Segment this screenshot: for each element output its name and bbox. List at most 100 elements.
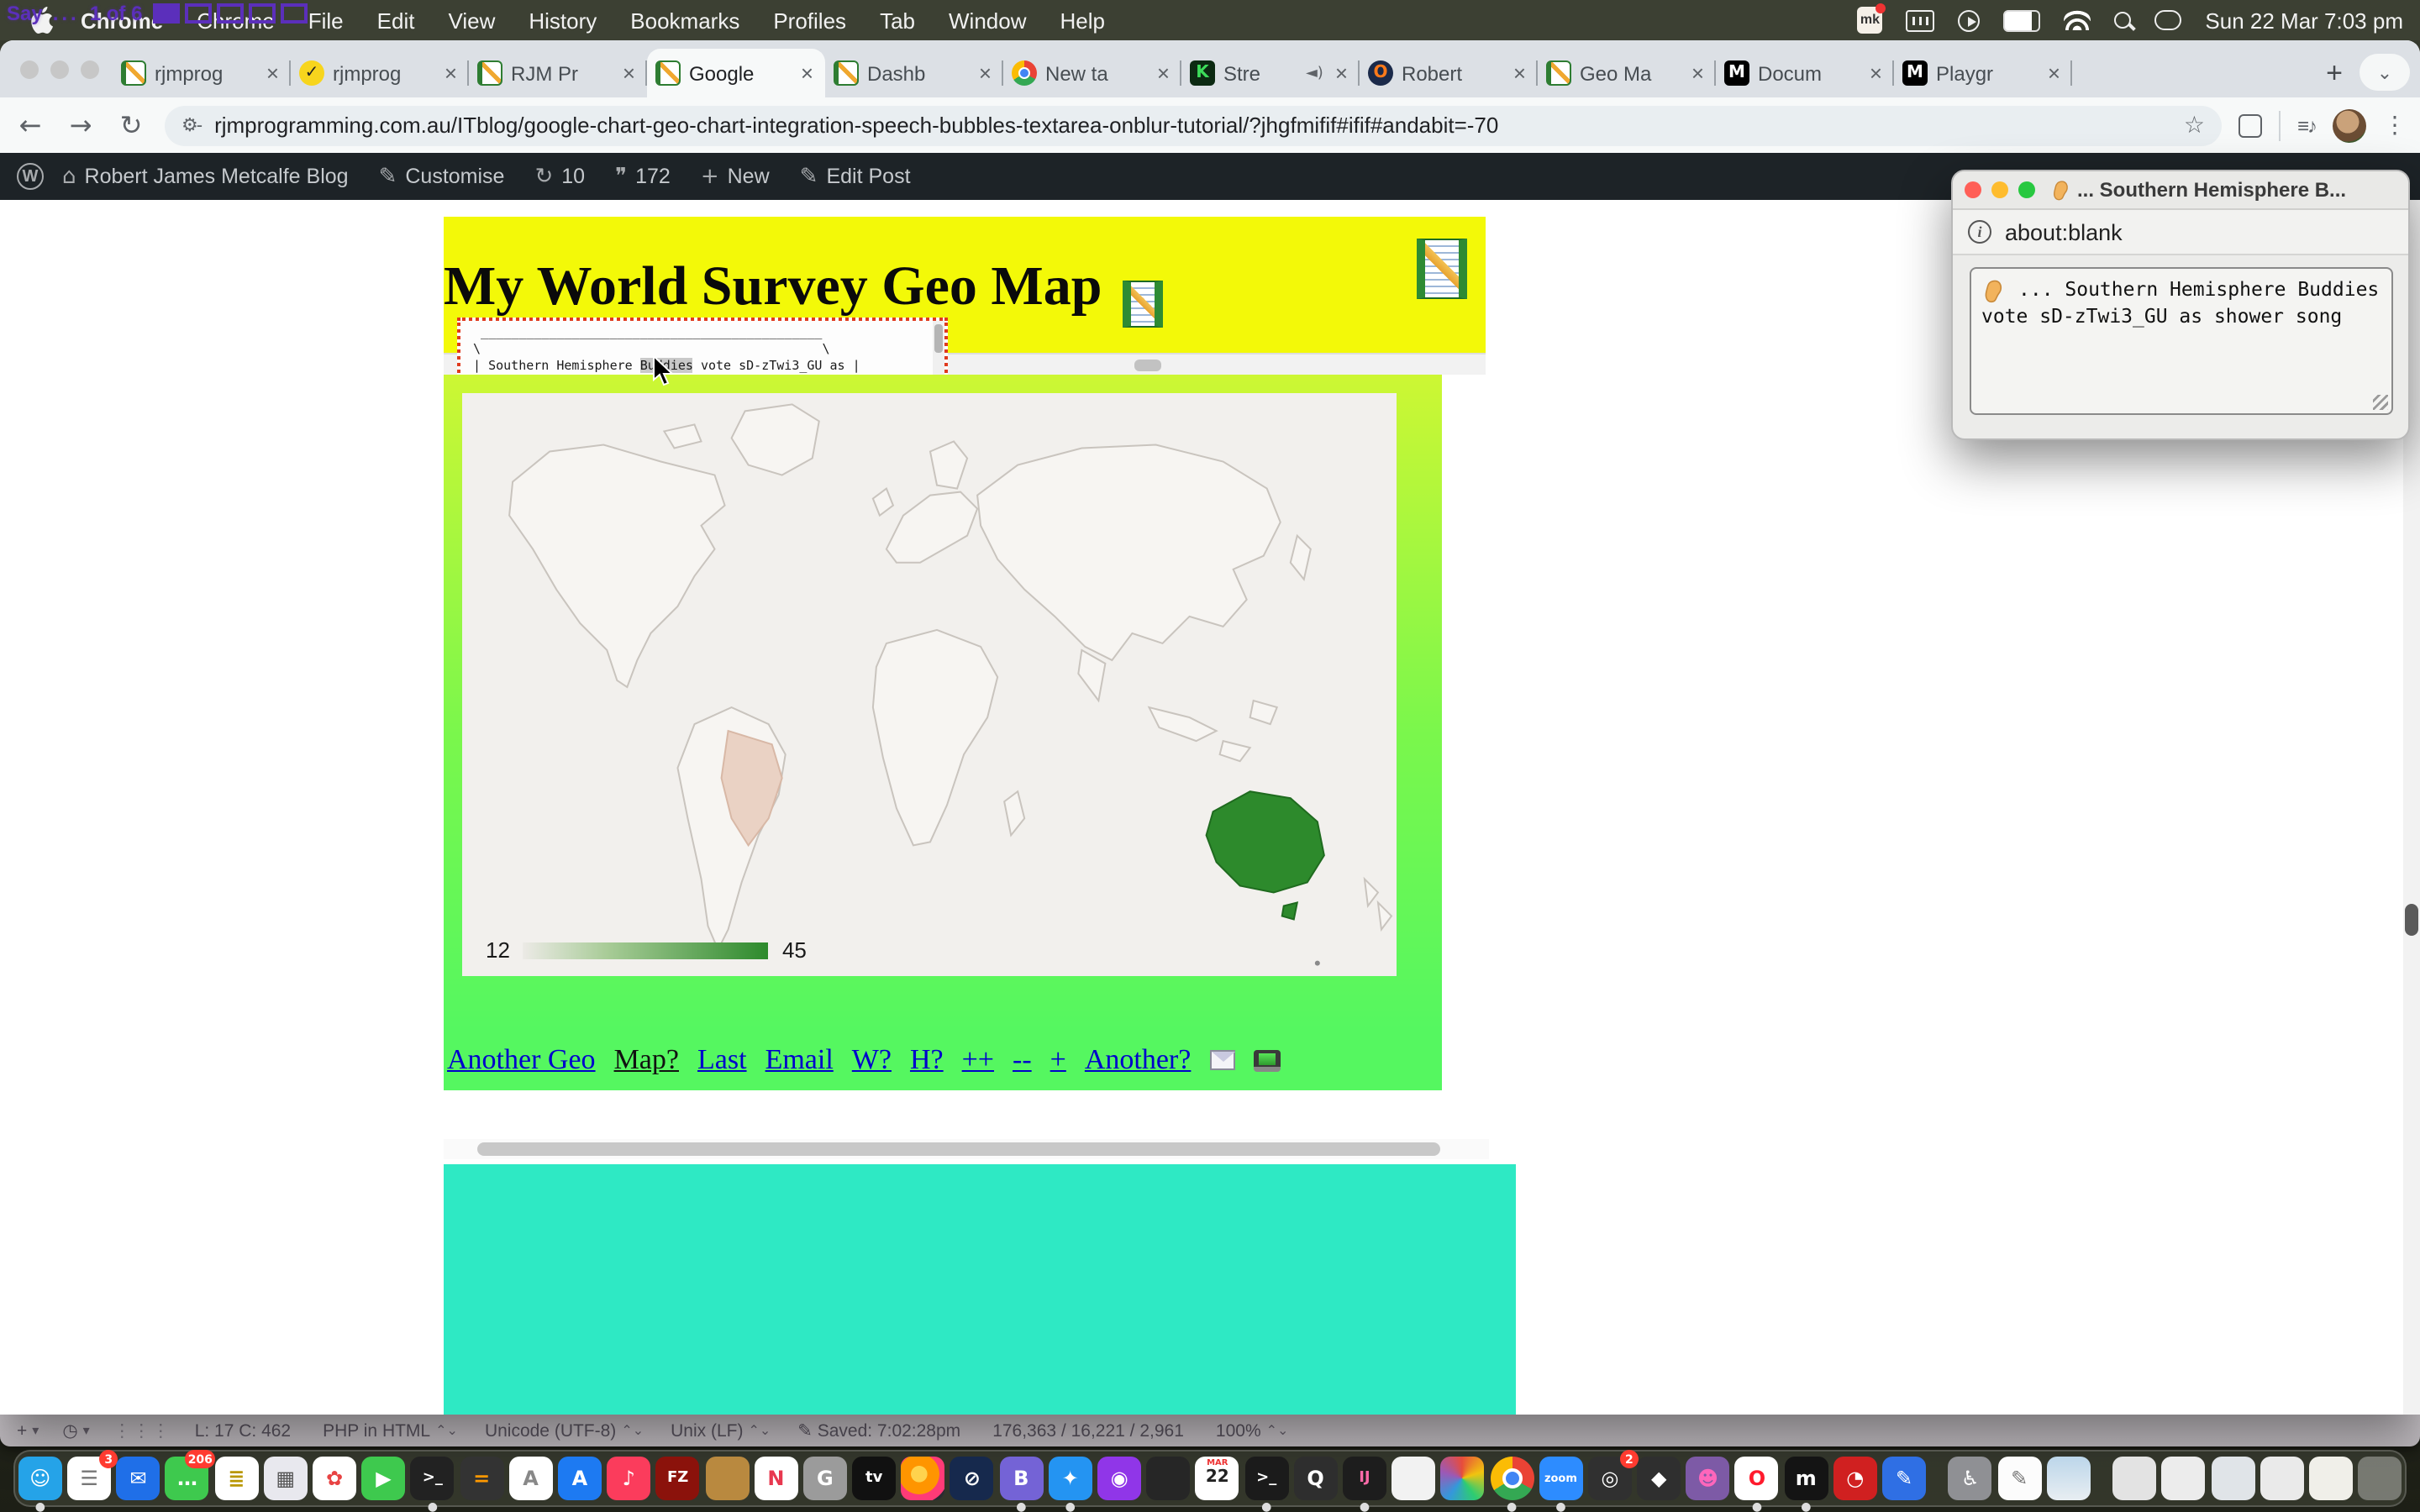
trash-dock-icon[interactable] [2358, 1457, 2402, 1500]
facetime-dock-icon[interactable]: ▶ [361, 1457, 405, 1500]
browser-tab[interactable]: New ta × [1003, 49, 1181, 97]
editor-status-item[interactable]: L: 17 C: 462 [195, 1420, 296, 1441]
page-link[interactable]: W? [852, 1043, 892, 1077]
menu-bar-clock[interactable]: Sun 22 Mar 7:03 pm [2205, 8, 2403, 33]
mail-dock-icon[interactable]: ✉ [117, 1457, 160, 1500]
textarea-scrollbar-thumb[interactable] [934, 324, 943, 353]
notes-pencil-dock-icon[interactable]: ✎ [1997, 1457, 2041, 1500]
finder-dock-icon[interactable]: ☺ ● [18, 1457, 62, 1500]
page-link[interactable]: ++ [962, 1043, 994, 1077]
page-link[interactable]: Another Geo [447, 1043, 596, 1077]
news-dock-icon[interactable]: N [754, 1457, 797, 1500]
wifi-icon[interactable] [2064, 10, 2091, 30]
page-link[interactable]: Last [697, 1043, 747, 1077]
intellij-dock-icon[interactable]: IJ ● [1343, 1457, 1386, 1500]
wp-admin-item[interactable]: ↻ 10 [519, 153, 600, 200]
map-australia-highlight[interactable] [1207, 791, 1324, 892]
dock-separator[interactable] [2101, 1455, 2102, 1502]
popup-url-text[interactable]: about:blank [2005, 219, 2123, 244]
tab-close-button[interactable]: × [1154, 60, 1173, 86]
photos-dock-icon[interactable]: ✿ [313, 1457, 356, 1500]
mk-status-icon[interactable]: mk [1857, 7, 1882, 34]
spotlight-search-icon[interactable] [2114, 12, 2131, 29]
tab-close-button[interactable]: × [2044, 60, 2064, 86]
editor-clock-button[interactable]: ◷▾ [62, 1420, 89, 1441]
purple-game-dock-icon[interactable]: ☻ [1686, 1457, 1730, 1500]
podcasts-dock-icon[interactable]: ◉ [1097, 1457, 1141, 1500]
page-info-icon[interactable]: i [1968, 220, 1991, 244]
music-dock-icon[interactable]: ♪ [607, 1457, 650, 1500]
back-button[interactable]: ← [13, 109, 47, 141]
browser-tab[interactable]: K Stre ◄) × [1181, 49, 1360, 97]
browser-tab[interactable]: M Docum × [1716, 49, 1894, 97]
calendar-dock-icon[interactable]: MAR 22 [1196, 1457, 1239, 1500]
profile-avatar[interactable] [2333, 108, 2366, 142]
minimize-window-button[interactable] [50, 60, 69, 78]
popup-zoom-button[interactable] [2018, 181, 2035, 198]
safari-dock-icon[interactable]: ✦ ● [1049, 1457, 1092, 1500]
terminal-dock-icon[interactable]: >_ ● [411, 1457, 455, 1500]
reminders-dock-icon[interactable]: ☰ 3 [67, 1457, 111, 1500]
iframe-scrollbar-thumb[interactable] [477, 1142, 1440, 1156]
recorder-dock-icon[interactable]: ◎ 2 [1588, 1457, 1632, 1500]
chrome-dock-icon[interactable]: ● [1490, 1457, 1534, 1500]
wp-admin-item[interactable]: ⌂ Robert James Metcalfe Blog [47, 153, 364, 200]
gauge-dock-icon[interactable]: ◔ [1833, 1457, 1877, 1500]
menu-item[interactable]: Edit [360, 8, 432, 33]
minimized-window-dock-icon[interactable] [2309, 1457, 2353, 1500]
calculator-dock-icon[interactable]: = [460, 1457, 503, 1500]
document-dock-icon[interactable] [1392, 1457, 1435, 1500]
paintbrush-dock-icon[interactable] [1441, 1457, 1485, 1500]
tab-search-button[interactable]: ⌄ [2360, 54, 2410, 91]
launchpad-dock-icon[interactable]: ▦ [264, 1457, 308, 1500]
textarea-resize-handle[interactable] [2373, 395, 2388, 410]
minimized-window-dock-icon[interactable] [2211, 1457, 2254, 1500]
firefox-dock-icon[interactable] [902, 1457, 945, 1500]
tab-close-button[interactable]: × [441, 60, 460, 86]
playback-status-icon[interactable] [1958, 9, 1980, 31]
tab-close-button[interactable]: × [1688, 60, 1707, 86]
email-icon[interactable] [1209, 1050, 1234, 1070]
editor-status-item[interactable]: 176,363 / 16,221 / 2,961 [992, 1420, 1189, 1441]
wp-admin-item[interactable]: ✎ Customise [364, 153, 520, 200]
forward-button[interactable]: → [64, 109, 97, 141]
bookmark-star-icon[interactable]: ☆ [2184, 112, 2205, 139]
wp-admin-item[interactable]: ✎ Edit Post [785, 153, 926, 200]
menu-item[interactable]: History [512, 8, 613, 33]
editor-plus-button[interactable]: +▾ [17, 1420, 39, 1441]
media-playlist-icon[interactable]: ≡♪ [2297, 113, 2316, 137]
address-bar[interactable]: ⚙- rjmprogramming.com.au/ITblog/google-c… [165, 105, 2222, 145]
browser-tab[interactable]: Google × [647, 49, 825, 97]
popup-minimize-button[interactable] [1991, 181, 2008, 198]
mustache-dock-icon[interactable]: m ● [1784, 1457, 1828, 1500]
minimized-window-dock-icon[interactable] [2260, 1457, 2303, 1500]
editor-status-item[interactable]: 100%⌃⌄ [1216, 1420, 1289, 1441]
dock-separator[interactable] [1936, 1455, 1938, 1502]
popup-title-bar[interactable]: ... Southern Hemisphere B... [1953, 171, 2408, 210]
editor-status-item[interactable]: Unicode (UTF-8)⌃⌄ [485, 1420, 644, 1441]
browser-tab[interactable]: ✓ rjmprog × [291, 49, 469, 97]
control-center-icon[interactable] [2154, 10, 2181, 30]
tab-close-button[interactable]: × [263, 60, 282, 86]
url-text[interactable]: rjmprogramming.com.au/ITblog/google-char… [214, 113, 1498, 138]
menu-item[interactable]: Bookmarks [613, 8, 756, 33]
menu-item[interactable]: Tab [863, 8, 932, 33]
quicktime-dock-icon[interactable]: Q [1294, 1457, 1338, 1500]
menu-item[interactable]: View [431, 8, 512, 33]
editor-status-item[interactable]: ✎ Saved: 7:02:28pm [797, 1420, 965, 1441]
world-map-svg[interactable] [462, 393, 1397, 976]
darkapp-dock-icon[interactable] [1146, 1457, 1190, 1500]
menu-item[interactable]: Window [932, 8, 1044, 33]
opera-dock-icon[interactable]: O ● [1735, 1457, 1779, 1500]
wp-admin-item[interactable]: + New [686, 153, 785, 200]
computer-icon[interactable] [1253, 1049, 1280, 1071]
chrome-menu-icon[interactable]: ⋮ [2383, 112, 2407, 139]
appstore-dock-icon[interactable]: A [558, 1457, 602, 1500]
tab-audio-icon[interactable]: ◄) [1306, 65, 1323, 81]
tab-close-button[interactable]: × [797, 60, 817, 86]
tab-close-button[interactable]: × [1332, 60, 1351, 86]
popup-close-button[interactable] [1965, 181, 1981, 198]
accessibility-dock-icon[interactable]: ♿ [1949, 1457, 1992, 1500]
tab-close-button[interactable]: × [1866, 60, 1886, 86]
tab-close-button[interactable]: × [619, 60, 639, 86]
